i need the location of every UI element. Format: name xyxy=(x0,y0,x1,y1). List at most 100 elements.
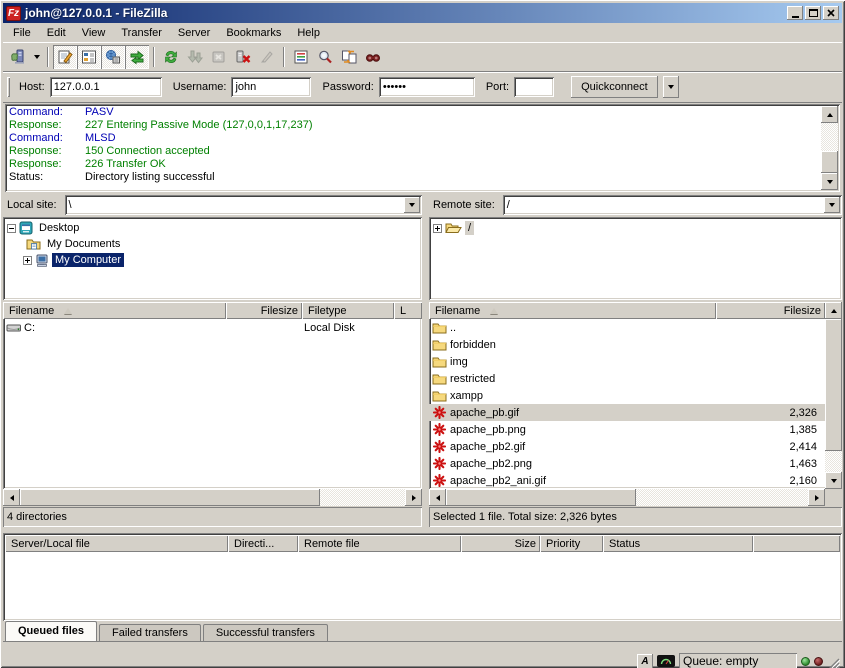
vertical-splitter[interactable] xyxy=(422,194,429,527)
toggle-transfer-queue-icon[interactable] xyxy=(125,45,149,69)
scroll-left-icon[interactable] xyxy=(429,489,446,506)
toggle-message-log-icon[interactable] xyxy=(53,45,77,69)
open-folder-icon xyxy=(445,222,462,234)
remote-file-row[interactable]: apache_pb.png1,385 xyxy=(429,421,825,438)
remote-file-row[interactable]: apache_pb2.png1,463 xyxy=(429,455,825,472)
column-filename[interactable]: Filename xyxy=(429,302,716,319)
column-server-local-file[interactable]: Server/Local file xyxy=(5,535,228,552)
process-queue-icon[interactable] xyxy=(183,45,207,69)
local-hscrollbar[interactable] xyxy=(3,489,422,506)
remote-file-row[interactable]: apache_pb2.gif2,414 xyxy=(429,438,825,455)
remote-file-row[interactable]: apache_pb.gif2,326 xyxy=(429,404,825,421)
collapse-icon[interactable] xyxy=(7,224,16,233)
minimize-button[interactable] xyxy=(787,6,803,20)
toggle-local-tree-icon[interactable] xyxy=(77,45,101,69)
password-input[interactable] xyxy=(379,77,475,97)
disconnect-icon[interactable] xyxy=(231,45,255,69)
queue-tabs: Queued files Failed transfers Successful… xyxy=(3,621,842,642)
reconnect-icon[interactable] xyxy=(255,45,279,69)
combo-dropdown-icon[interactable] xyxy=(404,197,420,213)
remote-hscrollbar[interactable] xyxy=(429,489,842,506)
remote-vscrollbar[interactable] xyxy=(825,302,842,489)
remote-file-row[interactable]: apache_pb2_ani.gif2,160 xyxy=(429,472,825,489)
remote-file-name: .. xyxy=(450,322,456,334)
quickconnect-button[interactable]: Quickconnect xyxy=(571,76,658,98)
expand-icon[interactable] xyxy=(23,256,32,265)
scrollbar-thumb[interactable] xyxy=(821,151,838,173)
column-filesize[interactable]: Filesize xyxy=(716,302,825,319)
column-status[interactable]: Status xyxy=(603,535,753,552)
refresh-icon[interactable] xyxy=(159,45,183,69)
remote-file-size: 1,463 xyxy=(716,458,825,470)
combo-dropdown-icon[interactable] xyxy=(824,197,840,213)
tree-item-desktop[interactable]: Desktop xyxy=(7,220,420,236)
scroll-left-icon[interactable] xyxy=(3,489,20,506)
scroll-down-icon[interactable] xyxy=(821,173,838,190)
username-input[interactable] xyxy=(231,77,311,97)
menu-transfer[interactable]: Transfer xyxy=(113,25,170,41)
remote-file-row[interactable]: img xyxy=(429,353,825,370)
column-filesize[interactable]: Filesize xyxy=(226,302,302,319)
tree-item-my-computer[interactable]: My Computer xyxy=(7,252,420,268)
menu-help[interactable]: Help xyxy=(289,25,328,41)
tab-failed-transfers[interactable]: Failed transfers xyxy=(99,624,201,641)
tab-successful-transfers[interactable]: Successful transfers xyxy=(203,624,328,641)
menu-bookmarks[interactable]: Bookmarks xyxy=(218,25,289,41)
scrollbar-thumb[interactable] xyxy=(446,489,636,506)
log-entry: Response:226 Transfer OK xyxy=(9,158,820,171)
folder-icon xyxy=(432,322,447,334)
local-site-combo[interactable]: \ xyxy=(65,195,422,215)
directory-comparison-icon[interactable] xyxy=(313,45,337,69)
menu-file[interactable]: File xyxy=(5,25,39,41)
scroll-up-icon[interactable] xyxy=(821,106,838,123)
local-site-value: \ xyxy=(69,199,72,211)
host-input[interactable] xyxy=(50,77,162,97)
menu-view[interactable]: View xyxy=(74,25,114,41)
remote-file-name: apache_pb.gif xyxy=(450,407,519,419)
data-type-indicator-icon[interactable]: A xyxy=(637,654,653,668)
log-scrollbar[interactable] xyxy=(821,106,838,190)
synchronized-browsing-icon[interactable] xyxy=(337,45,361,69)
scroll-down-icon[interactable] xyxy=(825,472,842,489)
maximize-button[interactable] xyxy=(805,6,821,20)
remote-file-row[interactable]: forbidden xyxy=(429,336,825,353)
sort-ascending-icon xyxy=(64,308,72,314)
column-size[interactable]: Size xyxy=(461,535,540,552)
scroll-right-icon[interactable] xyxy=(405,489,422,506)
column-remote-file[interactable]: Remote file xyxy=(298,535,461,552)
menu-edit[interactable]: Edit xyxy=(39,25,74,41)
speed-limits-icon[interactable] xyxy=(657,655,675,667)
quickconnect-dropdown[interactable] xyxy=(663,76,679,98)
column-priority[interactable]: Priority xyxy=(540,535,603,552)
port-input[interactable] xyxy=(514,77,554,97)
menu-server[interactable]: Server xyxy=(170,25,218,41)
scroll-right-icon[interactable] xyxy=(808,489,825,506)
column-last-modified[interactable]: L xyxy=(394,302,422,319)
tree-item-root[interactable]: / xyxy=(433,220,840,236)
site-manager-dropdown[interactable] xyxy=(30,45,43,69)
log-entry: Status:Directory listing successful xyxy=(9,171,820,184)
resize-grip[interactable] xyxy=(827,658,840,668)
column-filename[interactable]: Filename xyxy=(3,302,226,319)
tab-queued-files[interactable]: Queued files xyxy=(5,621,97,641)
tree-item-my-documents[interactable]: My Documents xyxy=(7,236,420,252)
remote-file-row[interactable]: .. xyxy=(429,319,825,336)
expand-icon[interactable] xyxy=(433,224,442,233)
remote-file-row[interactable]: xampp xyxy=(429,387,825,404)
toolbar-gripper[interactable] xyxy=(7,77,10,97)
scrollbar-thumb[interactable] xyxy=(825,319,842,451)
folder-icon xyxy=(432,390,447,402)
local-file-row[interactable]: C: Local Disk xyxy=(3,319,422,336)
column-direction[interactable]: Directi... xyxy=(228,535,298,552)
toggle-remote-tree-icon[interactable] xyxy=(101,45,125,69)
filter-icon[interactable] xyxy=(289,45,313,69)
site-manager-icon[interactable] xyxy=(6,45,30,69)
close-button[interactable] xyxy=(823,6,839,20)
remote-file-row[interactable]: restricted xyxy=(429,370,825,387)
column-filetype[interactable]: Filetype xyxy=(302,302,394,319)
cancel-icon[interactable] xyxy=(207,45,231,69)
find-files-icon[interactable] xyxy=(361,45,385,69)
scroll-up-icon[interactable] xyxy=(825,302,842,319)
remote-site-combo[interactable]: / xyxy=(503,195,842,215)
scrollbar-thumb[interactable] xyxy=(20,489,320,506)
